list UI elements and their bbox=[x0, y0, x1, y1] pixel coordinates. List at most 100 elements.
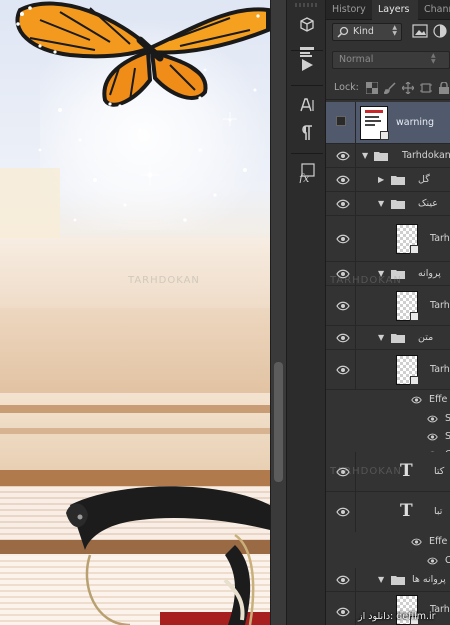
visibility-column bbox=[326, 326, 356, 349]
character-icon[interactable] bbox=[292, 92, 322, 118]
layer-row-group[interactable]: ▼ متن bbox=[326, 326, 450, 350]
layer-name: Tarh bbox=[430, 300, 450, 311]
layer-row-group[interactable]: ▼ پروانه ها bbox=[326, 568, 450, 592]
lock-brush-icon[interactable] bbox=[384, 82, 396, 94]
tab-layers[interactable]: Layers bbox=[372, 0, 418, 20]
adjustment-filter-icon[interactable] bbox=[432, 24, 448, 38]
folder-icon bbox=[374, 152, 388, 161]
visibility-toggle-hidden[interactable] bbox=[336, 116, 346, 126]
layer-thumbnail bbox=[396, 224, 419, 254]
tab-channels[interactable]: Channe bbox=[418, 0, 450, 20]
layer-thumbnail bbox=[396, 291, 419, 321]
chevron-right-icon[interactable]: ▶ bbox=[378, 176, 386, 184]
layer-list[interactable]: warning ▼ Tarhdokan ▶ گل ▼ عینک Tarh ▼ پ… bbox=[326, 100, 450, 625]
smart-object-icon bbox=[380, 131, 389, 140]
smart-object-icon bbox=[410, 245, 419, 254]
chevron-down-icon[interactable]: ▼ bbox=[378, 200, 386, 208]
filter-row: Kind ▲ ▼ bbox=[326, 20, 450, 44]
layers-panel: History Layers Channe Kind ▲▼ Normal ▲▼ … bbox=[326, 0, 450, 625]
3d-cube-icon[interactable] bbox=[292, 12, 322, 38]
visibility-column bbox=[326, 144, 356, 167]
eye-icon[interactable] bbox=[336, 507, 350, 517]
effect-name: C bbox=[445, 555, 450, 566]
scrollbar-thumb[interactable] bbox=[274, 362, 283, 482]
watermark-text: TARHDOKAN bbox=[330, 275, 402, 286]
watermark-text: TARHDOKAN bbox=[128, 275, 200, 286]
select-arrows-icon: ▲ ▼ bbox=[431, 52, 436, 65]
panel-grip[interactable] bbox=[295, 3, 319, 7]
document-canvas[interactable]: TARHDOKAN bbox=[0, 0, 270, 625]
book-middle bbox=[0, 308, 270, 393]
eye-icon[interactable] bbox=[336, 199, 350, 209]
tool-separator bbox=[291, 153, 323, 154]
lock-transparent-icon[interactable] bbox=[366, 82, 378, 94]
visibility-column bbox=[326, 568, 356, 591]
eye-icon[interactable] bbox=[336, 365, 350, 375]
panel-tabs: History Layers Channe bbox=[326, 0, 450, 20]
effect-row[interactable]: S bbox=[326, 410, 450, 428]
select-arrows-icon: ▲ ▼ bbox=[392, 24, 397, 37]
eye-icon[interactable] bbox=[336, 151, 350, 161]
layer-row-group[interactable]: ▼ Tarhdokan bbox=[326, 144, 450, 168]
canvas-vertical-scrollbar[interactable] bbox=[270, 0, 286, 625]
lock-all-icon[interactable] bbox=[438, 82, 450, 94]
visibility-column bbox=[326, 168, 356, 191]
play-icon[interactable] bbox=[292, 52, 322, 78]
blend-mode-value: Normal bbox=[339, 54, 374, 65]
effect-row[interactable]: S bbox=[326, 428, 450, 446]
layer-row-text[interactable]: T تبا bbox=[326, 492, 450, 532]
eye-icon[interactable] bbox=[336, 333, 350, 343]
layer-name: تبا bbox=[434, 506, 443, 517]
eye-icon[interactable] bbox=[336, 175, 350, 185]
eye-icon[interactable] bbox=[427, 433, 438, 441]
layer-effects-row[interactable]: Effe bbox=[326, 390, 450, 410]
layer-row-smart-object[interactable]: Tarh bbox=[326, 216, 450, 262]
lock-label: Lock: bbox=[334, 82, 359, 93]
layer-name: عینک bbox=[418, 198, 438, 209]
eye-icon[interactable] bbox=[336, 575, 350, 585]
tab-history[interactable]: History bbox=[326, 0, 372, 20]
chevron-down-icon[interactable]: ▼ bbox=[378, 334, 386, 342]
site-credit-watermark: دانلود از: defilm.ir bbox=[358, 611, 436, 622]
lock-move-icon[interactable] bbox=[402, 82, 414, 94]
butterfly-graphic bbox=[15, 1, 270, 108]
eye-icon[interactable] bbox=[411, 538, 422, 546]
layer-row-warning[interactable]: warning bbox=[326, 102, 450, 144]
paragraph-icon[interactable] bbox=[292, 120, 322, 146]
folder-icon bbox=[391, 200, 405, 209]
layer-name: Tarh bbox=[430, 233, 450, 244]
eye-icon[interactable] bbox=[427, 415, 438, 423]
smart-object-icon bbox=[410, 376, 419, 385]
styles-fx-icon[interactable]: fx bbox=[292, 160, 322, 186]
layer-row-group[interactable]: ▶ گل bbox=[326, 168, 450, 192]
layer-row-smart-object[interactable]: Tarh bbox=[326, 350, 450, 390]
layer-name: گل bbox=[418, 174, 430, 185]
layer-name: warning bbox=[396, 117, 435, 128]
lock-artboard-icon[interactable] bbox=[420, 82, 432, 94]
eye-icon[interactable] bbox=[411, 396, 422, 404]
tool-separator bbox=[291, 50, 323, 51]
tool-separator bbox=[291, 85, 323, 86]
eye-icon[interactable] bbox=[336, 301, 350, 311]
chevron-down-icon[interactable]: ▼ bbox=[378, 576, 386, 584]
eye-icon[interactable] bbox=[427, 557, 438, 565]
layer-row-group[interactable]: ▼ عینک bbox=[326, 192, 450, 216]
eye-icon[interactable] bbox=[336, 234, 350, 244]
layer-name: Tarhdokan bbox=[402, 150, 450, 161]
lock-row: Lock: bbox=[326, 76, 450, 100]
filter-kind-select[interactable]: Kind ▲ ▼ bbox=[332, 23, 402, 41]
layer-name: متن bbox=[418, 332, 434, 343]
effect-name: S bbox=[445, 413, 450, 424]
layer-row-smart-object[interactable]: Tarh bbox=[326, 286, 450, 326]
eye-icon[interactable] bbox=[336, 607, 350, 617]
layer-thumbnail bbox=[360, 106, 389, 140]
visibility-column bbox=[326, 350, 356, 389]
image-filter-icon[interactable] bbox=[412, 24, 428, 38]
layer-name: کتا bbox=[434, 466, 445, 477]
filter-kind-label: Kind bbox=[353, 26, 374, 37]
visibility-column bbox=[326, 592, 356, 625]
chevron-down-icon[interactable]: ▼ bbox=[362, 152, 370, 160]
layer-effects-row[interactable]: Effe bbox=[326, 532, 450, 552]
blend-mode-select[interactable]: Normal ▲ ▼ bbox=[332, 51, 450, 69]
book-stripe bbox=[0, 405, 270, 413]
